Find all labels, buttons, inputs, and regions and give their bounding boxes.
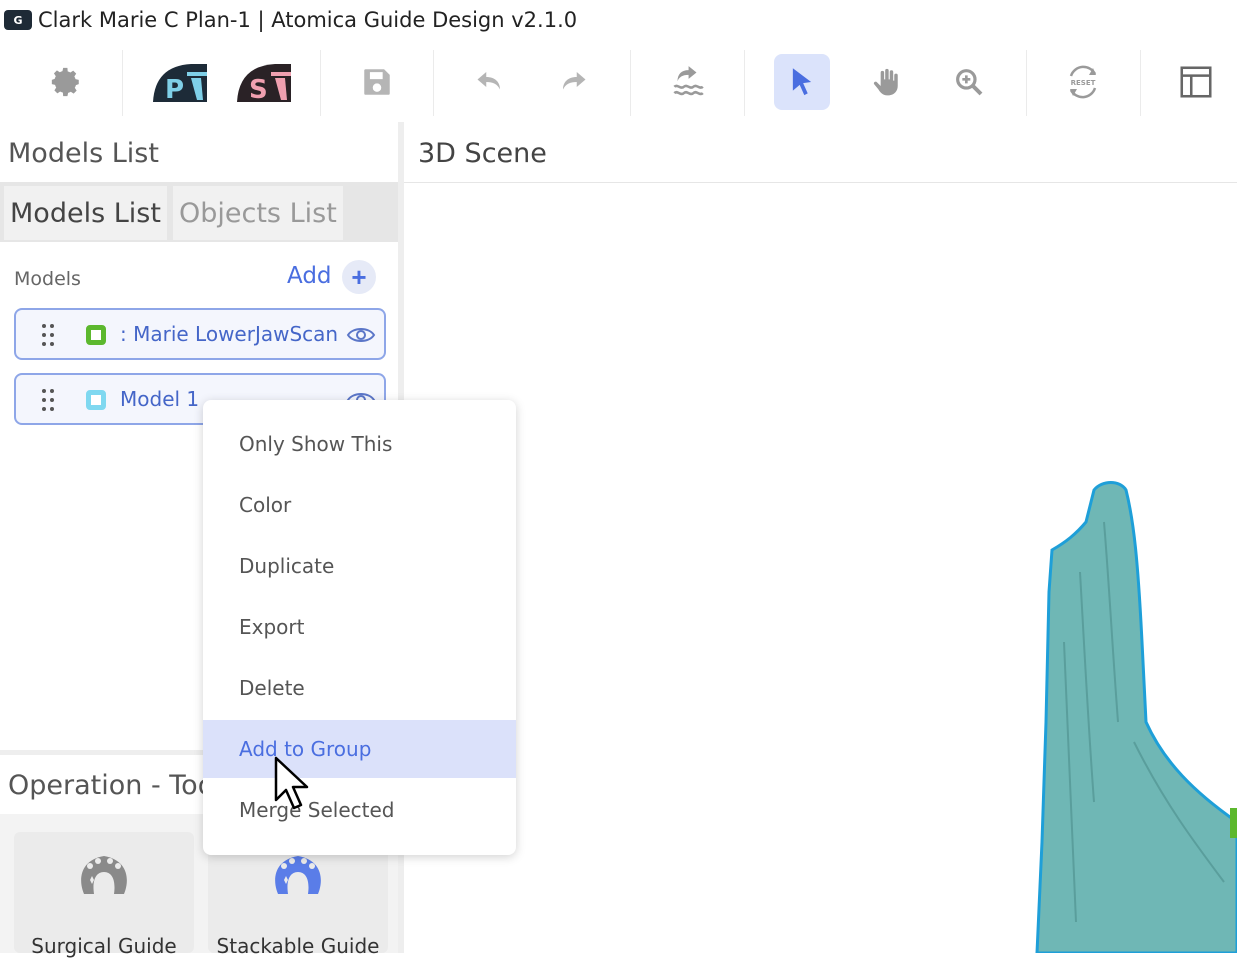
svg-text:S: S (249, 75, 268, 102)
menu-item-merge-selected[interactable]: Merge Selected (203, 781, 516, 839)
p-app-button[interactable]: P (150, 52, 210, 112)
menu-item-only-show-this[interactable]: Only Show This (203, 415, 516, 473)
reset-icon: RESET (1069, 65, 1097, 99)
plus-icon: + (351, 261, 367, 292)
s-logo-icon: S (237, 64, 291, 102)
smooth-button[interactable] (657, 52, 717, 112)
model-context-menu: Only Show This Color Duplicate Export De… (203, 400, 516, 855)
window-title: Clark Marie C Plan-1 | Atomica Guide Des… (38, 8, 578, 32)
models-section-label: Models (14, 268, 81, 290)
undo-button[interactable] (460, 52, 520, 112)
title-bar: G Clark Marie C Plan-1 | Atomica Guide D… (0, 0, 1237, 42)
menu-item-export[interactable]: Export (203, 598, 516, 656)
drag-handle-icon[interactable] (42, 389, 56, 411)
eye-icon[interactable] (346, 324, 376, 346)
app-logo-icon: G (4, 10, 32, 30)
menu-item-color[interactable]: Color (203, 476, 516, 534)
3d-scene-panel[interactable]: 3D Scene (404, 122, 1237, 953)
svg-text:P: P (165, 75, 184, 102)
model-color-swatch[interactable] (86, 390, 106, 410)
redo-icon (563, 72, 586, 90)
main-toolbar: P S RESET (0, 42, 1237, 123)
menu-item-delete[interactable]: Delete (203, 659, 516, 717)
save-icon (364, 69, 390, 95)
p-logo-icon: P (153, 64, 207, 102)
model-color-swatch[interactable] (86, 325, 106, 345)
guide-icon (81, 856, 127, 894)
tab-bar: Models List Objects List (0, 182, 398, 242)
menu-item-duplicate[interactable]: Duplicate (203, 537, 516, 595)
panel-title: Models List (8, 138, 159, 169)
svg-text:RESET: RESET (1071, 79, 1096, 87)
pan-tool-button[interactable] (856, 52, 916, 112)
save-button[interactable] (347, 52, 407, 112)
add-model-button[interactable]: + (342, 260, 376, 294)
surgical-guide-label: Surgical Guide (31, 934, 177, 958)
gear-icon (51, 67, 79, 97)
zoom-tool-button[interactable] (939, 52, 999, 112)
select-tool-button[interactable] (774, 54, 830, 110)
mouse-cursor-icon (274, 756, 309, 810)
surgical-guide-button[interactable]: Surgical Guide (14, 832, 194, 958)
operations-title: Operation - Too (8, 770, 215, 801)
s-app-button[interactable]: S (234, 52, 294, 112)
settings-button[interactable] (36, 52, 96, 112)
reset-view-button[interactable]: RESET (1053, 52, 1113, 112)
layout-icon (1180, 66, 1212, 98)
menu-item-add-to-group[interactable]: Add to Group (203, 720, 516, 778)
tab-models-list[interactable]: Models List (4, 186, 167, 240)
redo-button[interactable] (543, 52, 603, 112)
undo-icon (477, 72, 500, 90)
layout-button[interactable] (1166, 52, 1226, 112)
jaw-model-render[interactable] (404, 122, 1237, 953)
wave-arrow-icon (673, 66, 704, 96)
drag-handle-icon[interactable] (42, 324, 56, 346)
hand-icon (873, 68, 898, 96)
zoom-icon (956, 69, 983, 96)
model-name: : Marie LowerJawScan (120, 322, 339, 346)
guide-icon (275, 856, 321, 894)
model-row-lower-jaw[interactable]: : Marie LowerJawScan (14, 308, 386, 360)
tab-objects-list[interactable]: Objects List (173, 186, 343, 240)
add-model-label[interactable]: Add (287, 263, 332, 289)
model-name: Model 1 (120, 387, 200, 411)
pointer-icon (792, 68, 812, 96)
stackable-guide-label: Stackable Guide (216, 934, 380, 958)
